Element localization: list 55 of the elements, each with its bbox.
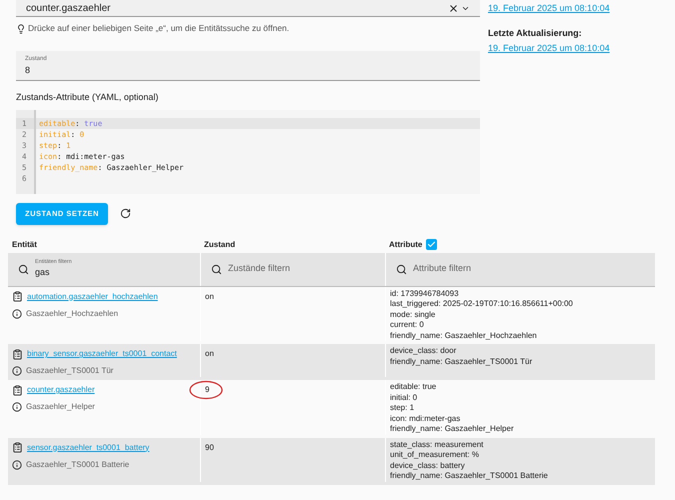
- filter-field[interactable]: Zustände filtern: [200, 252, 385, 286]
- attribute-line: last_triggered: 2025-02-19T07:10:16.856611+00:00: [390, 299, 574, 310]
- state-value: on: [205, 349, 214, 358]
- attribute-line: state_class: measurement: [390, 440, 484, 450]
- entity-link[interactable]: counter.gaszaehler: [27, 384, 95, 396]
- entity-link[interactable]: sensor.gaszaehler_ts0001_battery: [27, 442, 150, 454]
- search-icon: [396, 264, 407, 274]
- hint-text: Drücke auf einer beliebigen Seite „e“, um die Entitätssuche zu öffnen.: [28, 22, 290, 35]
- date-link[interactable]: 19. Februar 2025 um 08:10:04: [488, 2, 610, 16]
- state-value: on: [205, 292, 214, 300]
- attribute-line: device_class: door: [390, 346, 458, 356]
- lightbulb-icon: [16, 24, 26, 34]
- attribute-line: friendly_name: Gaszaehler_TS0001 Tür: [390, 356, 534, 367]
- date-link[interactable]: 19. Februar 2025 um 08:10:04: [488, 42, 610, 56]
- state-value: 9: [205, 385, 210, 394]
- clipboard-icon[interactable]: [12, 442, 23, 453]
- column-header: Entität: [11, 238, 38, 250]
- entity-name: Gaszaehler_TS0001 Batterie: [26, 458, 130, 470]
- attribute-line: friendly_name: Gaszaehler_Hochzaehlen: [390, 330, 538, 341]
- attribute-line: icon: mdi:meter-gas: [390, 414, 462, 424]
- attribute-line: unit_of_measurement: %: [390, 450, 480, 460]
- clipboard-icon[interactable]: [12, 291, 23, 302]
- attribute-line: id: 1739946784093: [390, 288, 460, 299]
- info-icon[interactable]: [12, 460, 22, 470]
- entity-name: Gaszaehler_Helper: [26, 401, 95, 413]
- entity-name: Gaszaehler_Hochzaehlen: [26, 308, 118, 320]
- attribute-line: mode: single: [390, 310, 436, 320]
- attribute-line: device_class: battery: [390, 460, 466, 471]
- attributes-checkbox[interactable]: [426, 239, 438, 250]
- attribute-line: editable: true: [390, 382, 438, 392]
- entity-link[interactable]: automation.gaszaehler_hochzaehlen: [27, 290, 158, 302]
- column-header: Attribute: [389, 238, 422, 250]
- attribute-line: initial: 0: [390, 392, 418, 403]
- refresh-icon[interactable]: [120, 208, 131, 219]
- attributes-label: Zustands-Attribute (YAML, optional): [16, 91, 160, 104]
- entity-link[interactable]: binary_sensor.gaszaehler_ts0001_contact: [27, 348, 177, 360]
- info-icon[interactable]: [12, 402, 22, 412]
- clear-icon[interactable]: [448, 2, 459, 14]
- search-icon: [18, 264, 29, 274]
- highlight-ellipse: [189, 380, 223, 400]
- attribute-line: current: 0: [390, 320, 425, 330]
- state-value: 90: [205, 442, 214, 452]
- info-icon[interactable]: [12, 366, 22, 376]
- clipboard-icon[interactable]: [12, 384, 23, 396]
- filter-field[interactable]: Attribute filtern: [385, 252, 655, 286]
- entity-name: Gaszaehler_TS0001 Tür: [26, 365, 114, 377]
- info-label: Letzte Aktualisierung:: [488, 26, 583, 40]
- info-icon[interactable]: [12, 308, 22, 318]
- clipboard-icon[interactable]: [12, 348, 23, 360]
- entity-field[interactable]: counter.gaszaehler: [16, 0, 480, 17]
- attribute-line: friendly_name: Gaszaehler_TS0001 Batterie: [390, 471, 549, 482]
- attribute-line: step: 1: [390, 403, 416, 414]
- column-header: Zustand: [203, 238, 236, 250]
- attribute-line: friendly_name: Gaszaehler_Helper: [390, 424, 515, 434]
- search-icon: [211, 264, 222, 274]
